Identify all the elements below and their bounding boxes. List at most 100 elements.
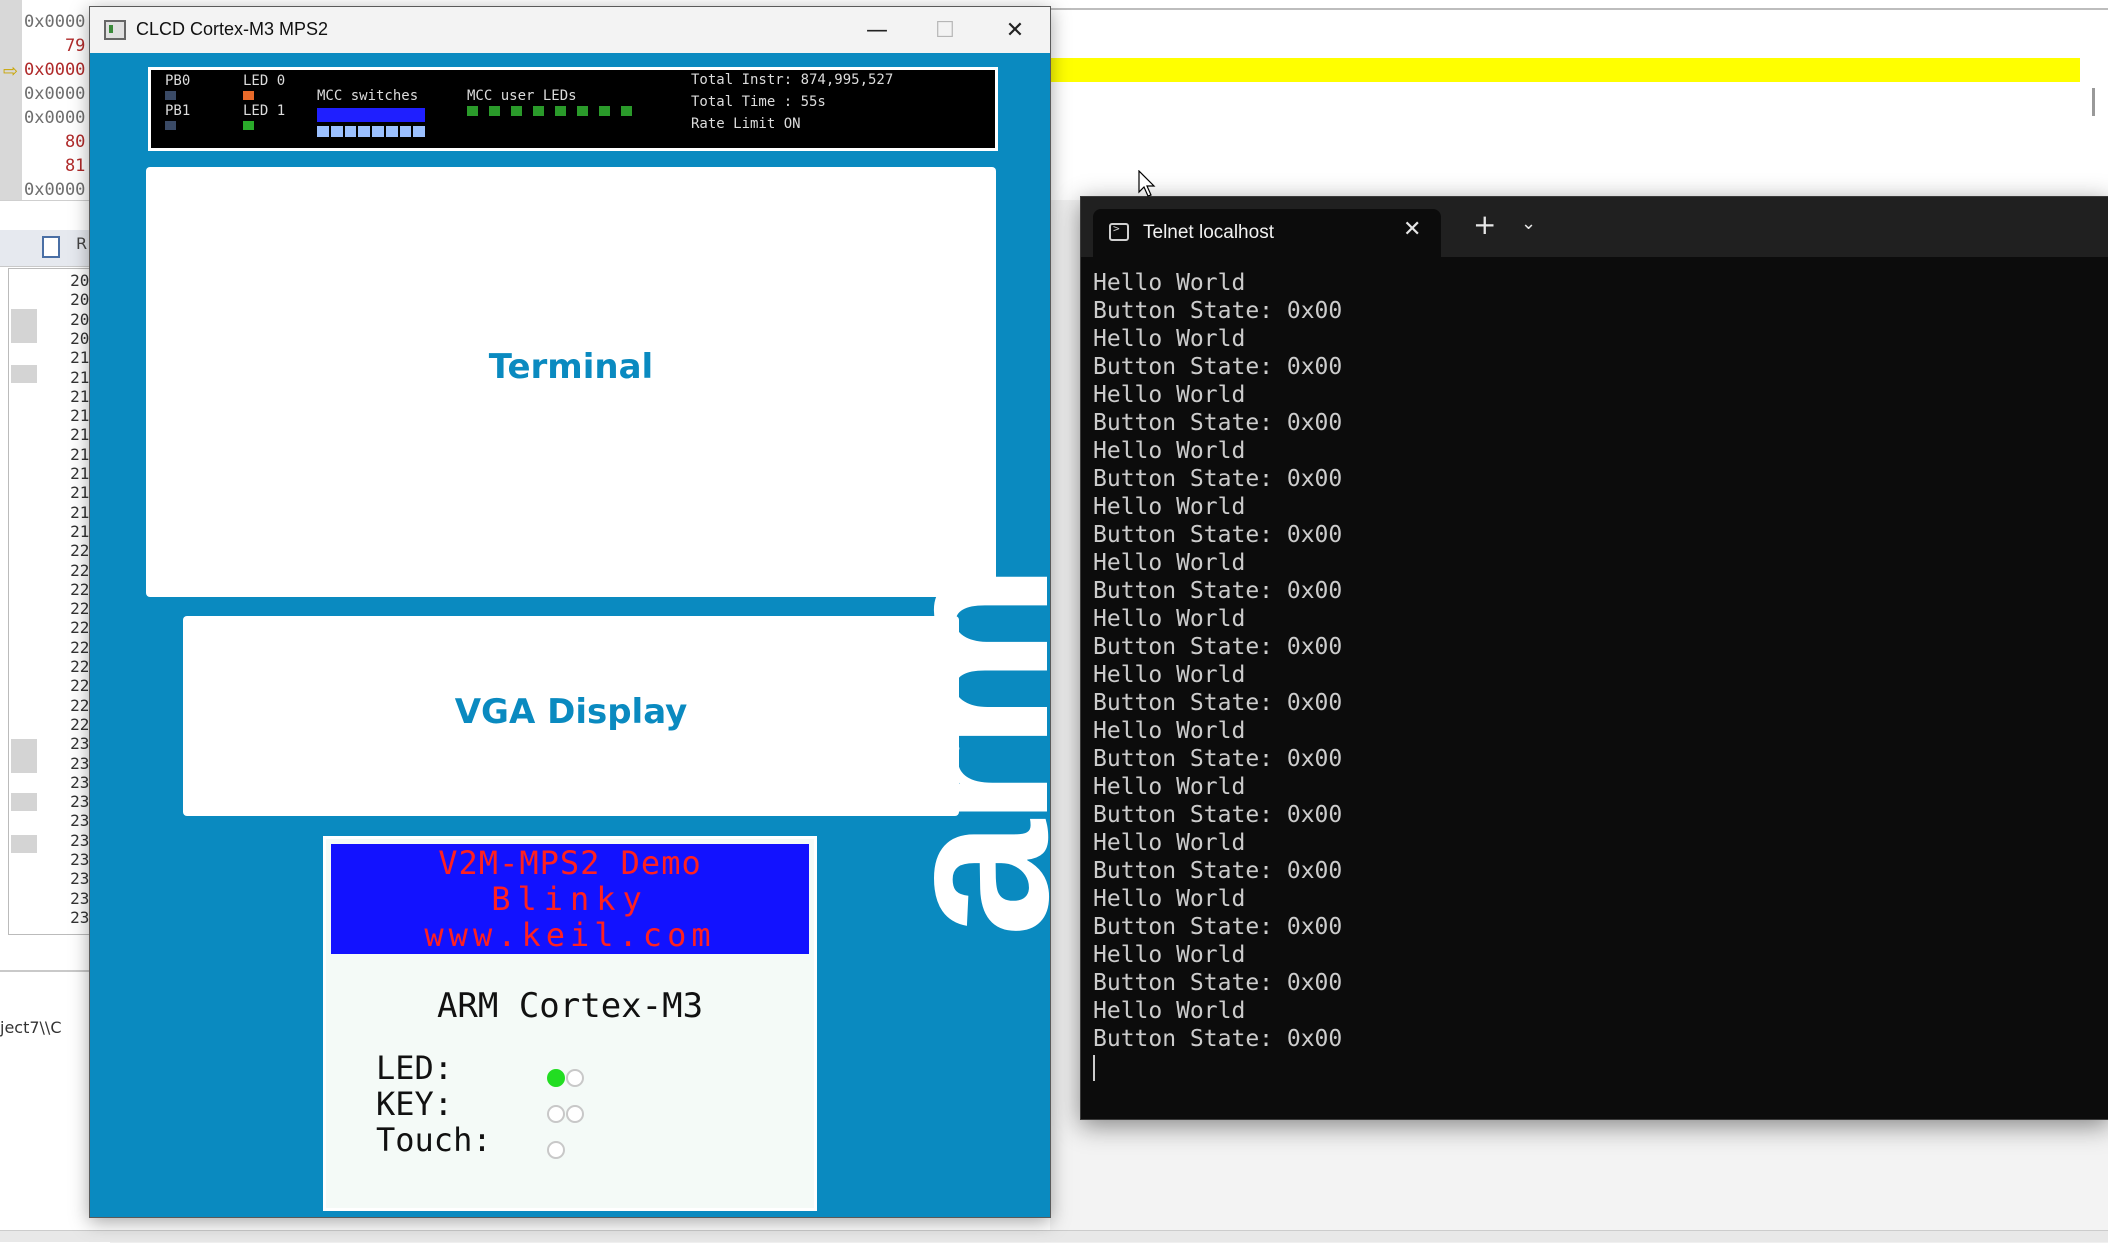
terminal-line: Hello World: [1093, 942, 1246, 968]
mcc-switch[interactable]: [344, 126, 357, 137]
mcc-switch[interactable]: [330, 126, 343, 137]
pb1-button-indicator[interactable]: [165, 121, 176, 130]
lcd-title-line: V2M-MPS2 Demo: [438, 844, 702, 882]
terminal-line: Button State: 0x00: [1093, 802, 1343, 828]
telnet-window: Telnet localhost ✕ + ⌄ Hello WorldButton…: [1080, 196, 2108, 1120]
lcd-url-line: www.keil.com: [424, 916, 716, 954]
terminal-line: Hello World: [1093, 494, 1246, 520]
vga-display-panel[interactable]: VGA Display: [183, 616, 959, 816]
terminal-line: Button State: 0x00: [1093, 914, 1343, 940]
terminal-line: Button State: 0x00: [1093, 354, 1343, 380]
terminal-line: Hello World: [1093, 662, 1246, 688]
lcd-blinky-line: Blinky: [491, 880, 649, 918]
maximize-button[interactable]: ☐: [920, 15, 970, 47]
mcc-switch[interactable]: [358, 126, 370, 137]
file-icon: [42, 236, 60, 258]
disassembly-line[interactable]: 0x0000: [24, 84, 85, 104]
disassembly-gutter: [0, 0, 22, 200]
clcd-window: CLCD Cortex-M3 MPS2 — ☐ ✕ PB0 PB1 LED 0 …: [89, 6, 1092, 1218]
user-led: [467, 106, 478, 116]
close-tab-button[interactable]: ✕: [1403, 217, 1421, 242]
terminal-line: Hello World: [1093, 326, 1246, 352]
total-time-text: Total Time : 55s: [691, 94, 826, 110]
led0-indicator: [243, 91, 254, 100]
disassembly-line[interactable]: 80: [24, 132, 85, 152]
user-led: [599, 106, 610, 116]
user-led: [533, 106, 544, 116]
terminal-prompt[interactable]: [1093, 1053, 2093, 1081]
terminal-line: Button State: 0x00: [1093, 1026, 1343, 1052]
lcd-cpu-text: ARM Cortex-M3: [436, 986, 704, 1026]
terminal-line: Button State: 0x00: [1093, 410, 1343, 436]
terminal-line: Hello World: [1093, 998, 1246, 1024]
terminal-line: Hello World: [1093, 774, 1246, 800]
terminal-line: Button State: 0x00: [1093, 858, 1343, 884]
disassembly-line[interactable]: 0x0000: [24, 180, 85, 200]
terminal-line: Hello World: [1093, 438, 1246, 464]
terminal-line: Button State: 0x00: [1093, 578, 1343, 604]
user-led: [511, 106, 522, 116]
breakpoint-margin[interactable]: [11, 835, 37, 853]
lcd-led-label: LED:: [376, 1049, 454, 1087]
led1-label: LED 1: [243, 103, 286, 119]
terminal-line: Hello World: [1093, 718, 1246, 744]
disassembly-line[interactable]: 0x0000: [24, 12, 85, 32]
led1-indicator: [243, 121, 254, 130]
terminal-line: Hello World: [1093, 830, 1246, 856]
close-button[interactable]: ✕: [990, 15, 1040, 47]
output-path-text: ject7\\C: [0, 1018, 62, 1037]
mcc-switch[interactable]: [385, 126, 398, 137]
lcd-key-indicator: [547, 1105, 565, 1123]
terminal-output[interactable]: Hello World Button State: 0x00 Hello World…: [1093, 269, 2093, 1109]
breakpoint-margin[interactable]: [11, 793, 37, 811]
vga-display-label: VGA Display: [454, 692, 688, 732]
terminal-line: Button State: 0x00: [1093, 298, 1343, 324]
clcd-titlebar[interactable]: CLCD Cortex-M3 MPS2 — ☐ ✕: [90, 7, 1050, 53]
editor-tab[interactable]: R: [76, 234, 87, 253]
mcc-switch[interactable]: [413, 126, 425, 137]
ide-status-strip: [0, 1230, 2108, 1242]
pb0-button-indicator[interactable]: [165, 91, 176, 100]
app-icon: [104, 20, 126, 40]
lcd-touch-label: Touch:: [376, 1121, 492, 1159]
mcc-switch[interactable]: [372, 126, 384, 137]
mcc-switch[interactable]: [317, 126, 329, 137]
disassembly-scrollbar[interactable]: [2092, 88, 2095, 116]
terminal-label: Terminal: [488, 347, 654, 387]
mcc-switch[interactable]: [399, 126, 412, 137]
lcd-led-indicator: [566, 1069, 584, 1087]
disassembly-line[interactable]: 79: [24, 36, 85, 56]
lcd-key-indicator: [566, 1105, 584, 1123]
window-title: CLCD Cortex-M3 MPS2: [136, 19, 329, 39]
terminal-line: Hello World: [1093, 550, 1246, 576]
disassembly-line[interactable]: 81: [24, 156, 85, 176]
terminal-line: Hello World: [1093, 382, 1246, 408]
user-led: [555, 106, 566, 116]
mcc-user-leds-label: MCC user LEDs: [467, 88, 577, 104]
mcc-switches[interactable]: [317, 126, 425, 137]
user-led: [489, 106, 500, 116]
terminal-line: Hello World: [1093, 606, 1246, 632]
total-instr-text: Total Instr: 874,995,527: [691, 72, 894, 88]
current-pc-arrow-icon: ⇨: [3, 61, 19, 82]
telnet-titlebar[interactable]: Telnet localhost ✕ + ⌄: [1081, 197, 2108, 257]
terminal-line: Button State: 0x00: [1093, 466, 1343, 492]
new-tab-button[interactable]: +: [1473, 211, 1496, 239]
mcc-user-leds: [467, 106, 632, 116]
breakpoint-margin[interactable]: [11, 739, 37, 773]
disassembly-top-border: [1050, 8, 2108, 10]
terminal-line: Button State: 0x00: [1093, 634, 1343, 660]
disassembly-line[interactable]: 0x0000: [24, 108, 85, 128]
disassembly-line[interactable]: 0x0000: [24, 60, 85, 80]
minimize-button[interactable]: —: [852, 15, 902, 47]
breakpoint-margin[interactable]: [11, 365, 37, 383]
lcd-display[interactable]: V2M-MPS2 Demo Blinky www.keil.com ARM Co…: [323, 836, 817, 1211]
arm-logo: arm: [857, 569, 1092, 937]
breakpoint-margin[interactable]: [11, 309, 37, 343]
telnet-tab[interactable]: Telnet localhost ✕: [1093, 209, 1441, 257]
lcd-banner: V2M-MPS2 Demo Blinky www.keil.com: [331, 844, 809, 954]
pb1-label: PB1: [165, 103, 191, 119]
lcd-led-indicator: [547, 1069, 565, 1087]
tab-dropdown-button[interactable]: ⌄: [1521, 215, 1536, 233]
terminal-panel[interactable]: Terminal: [146, 167, 996, 597]
